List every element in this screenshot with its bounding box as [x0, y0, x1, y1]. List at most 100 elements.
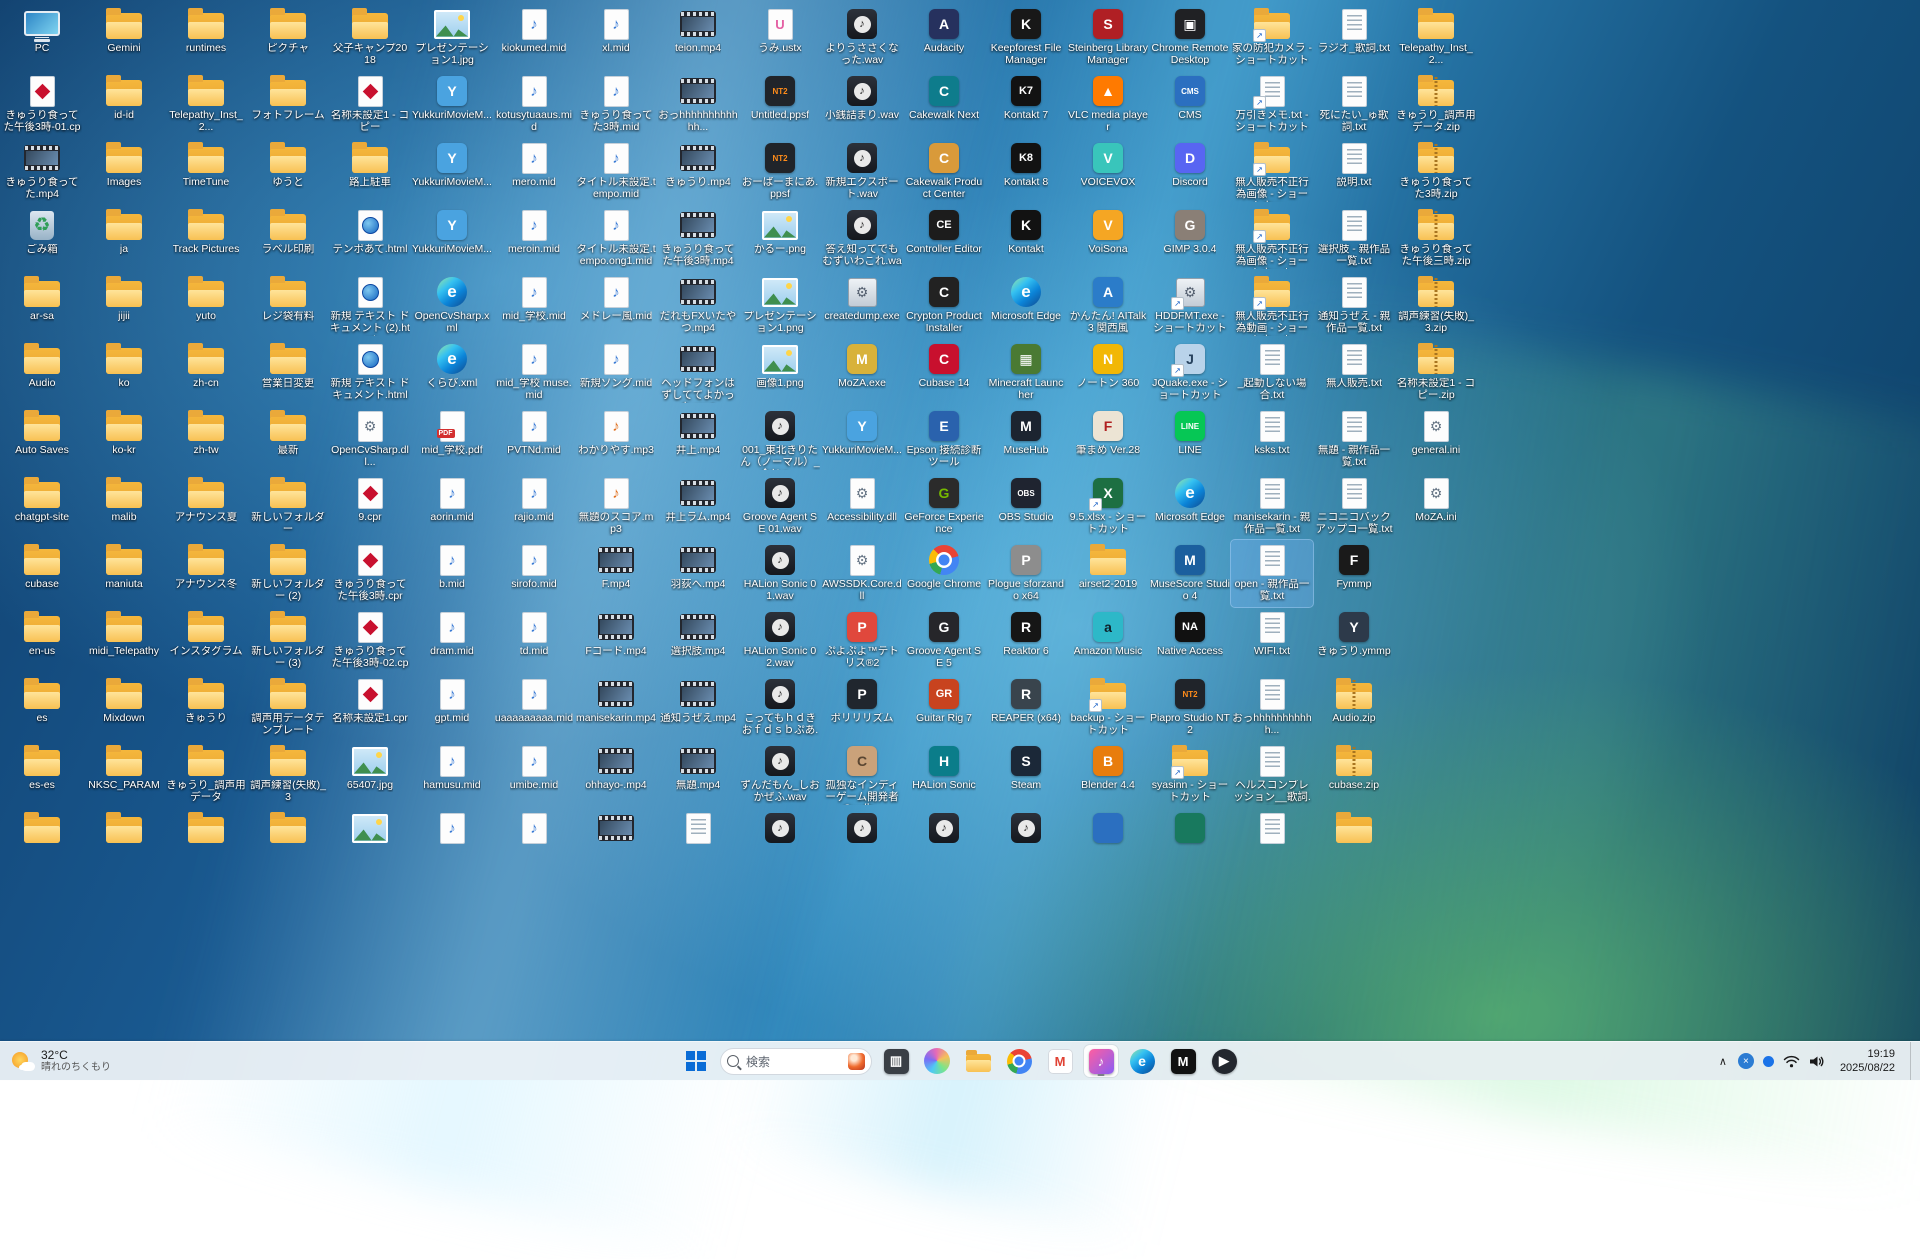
desktop-icon[interactable]: ♪b.mid	[411, 540, 493, 607]
desktop-icon[interactable]: 9.cpr	[329, 473, 411, 540]
desktop-icon[interactable]: Google Chrome	[903, 540, 985, 607]
desktop-icon[interactable]: es	[1, 674, 83, 741]
desktop-icon[interactable]: GGIMP 3.0.4	[1149, 205, 1231, 272]
desktop-icon[interactable]: ♪uaaaaaaaaa.mid	[493, 674, 575, 741]
desktop-icon[interactable]: F.mp4	[575, 540, 657, 607]
desktop-icon[interactable]: 新規 テキスト ドキュメント (2).html	[329, 272, 411, 339]
desktop-icon[interactable]: CEController Editor	[903, 205, 985, 272]
desktop-icon[interactable]: フォトフレーム	[247, 71, 329, 138]
desktop-icon[interactable]: HHALion Sonic	[903, 741, 985, 808]
desktop-icon[interactable]: ♪	[985, 808, 1067, 875]
desktop-icon[interactable]	[165, 808, 247, 875]
desktop-icon[interactable]: 通知うぜえ - 親作品一覧.txt	[1313, 272, 1395, 339]
desktop-icon[interactable]: ♪新規ソング.mid	[575, 339, 657, 406]
desktop-icon[interactable]: きゅうり食ってた3時.zip	[1395, 138, 1477, 205]
desktop-icon[interactable]: ⚙createdump.exe	[821, 272, 903, 339]
desktop-icon[interactable]: ♪	[493, 808, 575, 875]
desktop-icon[interactable]: ♪わかりやす.mp3	[575, 406, 657, 473]
desktop-icon[interactable]	[329, 808, 411, 875]
desktop-icon[interactable]: ohhayo-.mp4	[575, 741, 657, 808]
desktop-icon[interactable]: 選択肢.mp4	[657, 607, 739, 674]
desktop-icon[interactable]: K7Kontakt 7	[985, 71, 1067, 138]
desktop-icon[interactable]: ja	[83, 205, 165, 272]
desktop-icon[interactable]: CCubase 14	[903, 339, 985, 406]
desktop-icon[interactable]: ♪xl.mid	[575, 4, 657, 71]
edge-button[interactable]: e	[1125, 1045, 1159, 1077]
desktop-icon[interactable]: GRGuitar Rig 7	[903, 674, 985, 741]
desktop-icon[interactable]: NT2Piapro Studio NT2	[1149, 674, 1231, 741]
desktop-icon[interactable]: ♪td.mid	[493, 607, 575, 674]
desktop-icon[interactable]: zh-tw	[165, 406, 247, 473]
desktop-icon[interactable]: MMoZA.exe	[821, 339, 903, 406]
desktop-icon[interactable]: ♪001_東北きりたん（ノーマル）_今じゃ...	[739, 406, 821, 473]
desktop-icon[interactable]: ♪mid_学校 muse.mid	[493, 339, 575, 406]
desktop-icon[interactable]: maniuta	[83, 540, 165, 607]
desktop-icon[interactable]: Pぷよぷよ™テトリス®2	[821, 607, 903, 674]
desktop-icon[interactable]: manisekarin - 親作品一覧.txt	[1231, 473, 1313, 540]
desktop-icon[interactable]: NANative Access	[1149, 607, 1231, 674]
desktop-icon[interactable]: MMuseScore Studio 4	[1149, 540, 1231, 607]
desktop-icon[interactable]: MMuseHub	[985, 406, 1067, 473]
volume-icon[interactable]	[1809, 1055, 1825, 1068]
desktop-icon[interactable]: ラベル印刷	[247, 205, 329, 272]
desktop-icon[interactable]: Nノートン 360	[1067, 339, 1149, 406]
desktop-icon[interactable]: RREAPER (x64)	[985, 674, 1067, 741]
desktop-icon[interactable]: ♪kotusytuaaus.mid	[493, 71, 575, 138]
desktop-icon[interactable]	[1231, 808, 1313, 875]
desktop-icon[interactable]: ▦Minecraft Launcher	[985, 339, 1067, 406]
desktop-icon[interactable]: cubase.zip	[1313, 741, 1395, 808]
desktop-icon[interactable]: ♪こってもｈｄきおｆｄｓｂぷあ.wav	[739, 674, 821, 741]
desktop-icon[interactable]: ↗無人販売不正行為動画 - ショートカット	[1231, 272, 1313, 339]
desktop-icon[interactable]: 名称未設定1 - コピー	[329, 71, 411, 138]
desktop-icon[interactable]: ♪mero.mid	[493, 138, 575, 205]
desktop-icon[interactable]: 調声練習(失敗)_3	[247, 741, 329, 808]
desktop-icon[interactable]: C孤独なインディーゲーム開発者の一生...	[821, 741, 903, 808]
desktop-icon[interactable]: 選択肢 - 親作品一覧.txt	[1313, 205, 1395, 272]
desktop-icon[interactable]: NT2おーばーまにあ.ppsf	[739, 138, 821, 205]
desktop-icon[interactable]: Telepathy_Inst_2...	[165, 71, 247, 138]
desktop-icon[interactable]: ⚙AWSSDK.Core.dll	[821, 540, 903, 607]
desktop-icon[interactable]: ♪ずんだもん_しおかぜふ.wav	[739, 741, 821, 808]
desktop-icon[interactable]: ↗家の防犯カメラ - ショートカット	[1231, 4, 1313, 71]
desktop-icon[interactable]: ♪mid_学校.mid	[493, 272, 575, 339]
desktop-icon[interactable]: 無人販売.txt	[1313, 339, 1395, 406]
desktop-icon[interactable]: きゅうり_調声用データ.zip	[1395, 71, 1477, 138]
desktop-icon[interactable]: Telepathy_Inst_2...	[1395, 4, 1477, 71]
desktop-icon[interactable]: きゅうり食ってた午後3時.cpr	[329, 540, 411, 607]
desktop-icon[interactable]: ♪	[821, 808, 903, 875]
desktop-icon[interactable]: きゅうり食ってた午後3時-01.cpr	[1, 71, 83, 138]
desktop-icon[interactable]: RReaktor 6	[985, 607, 1067, 674]
tray-blue-dot-icon[interactable]	[1763, 1056, 1774, 1067]
desktop-icon[interactable]: KKeepforest File Manager	[985, 4, 1067, 71]
desktop-icon[interactable]: ♪Groove Agent SE 01.wav	[739, 473, 821, 540]
desktop-icon[interactable]: CMSCMS	[1149, 71, 1231, 138]
desktop-icon[interactable]: SSteinberg Library Manager	[1067, 4, 1149, 71]
chrome-button[interactable]	[1002, 1045, 1036, 1077]
desktop-icon[interactable]: 無題.mp4	[657, 741, 739, 808]
desktop-icon[interactable]: ヘッドフォンはずしててよかった.mp4	[657, 339, 739, 406]
desktop-icon[interactable]: ksks.txt	[1231, 406, 1313, 473]
desktop-icon[interactable]: Gemini	[83, 4, 165, 71]
desktop-icon[interactable]: _起動しない場合.txt	[1231, 339, 1313, 406]
desktop-icon[interactable]: CCrypton Product Installer	[903, 272, 985, 339]
desktop-icon[interactable]	[1067, 808, 1149, 875]
desktop-icon[interactable]	[1149, 808, 1231, 875]
desktop-icon[interactable]: ♪umibe.mid	[493, 741, 575, 808]
desktop-icon[interactable]: K8Kontakt 8	[985, 138, 1067, 205]
desktop-icon[interactable]: airset2-2019	[1067, 540, 1149, 607]
desktop-icon[interactable]: ⚙OpenCvSharp.dll...	[329, 406, 411, 473]
desktop-icon[interactable]: 調声練習(失敗)_3.zip	[1395, 272, 1477, 339]
desktop-icon[interactable]: ♪gpt.mid	[411, 674, 493, 741]
desktop-icon[interactable]: ♪rajio.mid	[493, 473, 575, 540]
desktop-icon[interactable]: 65407.jpg	[329, 741, 411, 808]
desktop-icon[interactable]: ♪PVTNd.mid	[493, 406, 575, 473]
desktop-icon[interactable]: ♪sirofo.mid	[493, 540, 575, 607]
desktop-icon[interactable]: 最新	[247, 406, 329, 473]
desktop-icon[interactable]: レジ袋有料	[247, 272, 329, 339]
desktop-icon[interactable]: Yきゅうり.ymmp	[1313, 607, 1395, 674]
desktop-icon[interactable]: ♪タイトル未設定.tempo.ong1.mid	[575, 205, 657, 272]
mail-button[interactable]: M	[1043, 1045, 1077, 1077]
start-button[interactable]	[679, 1045, 713, 1077]
desktop-icon[interactable]: ↗万引きメモ.txt - ショートカット	[1231, 71, 1313, 138]
copilot-button[interactable]	[920, 1045, 954, 1077]
